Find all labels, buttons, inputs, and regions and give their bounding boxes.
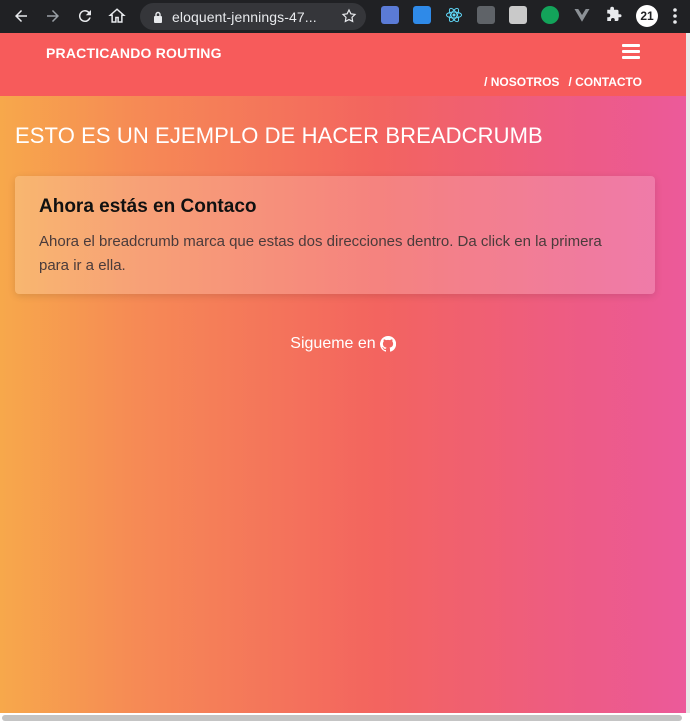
- forward-arrow-icon[interactable]: [42, 5, 64, 27]
- extension-window-icon[interactable]: [509, 6, 527, 24]
- extension-search-icon[interactable]: [413, 6, 431, 24]
- vue-devtools-icon[interactable]: [573, 6, 591, 24]
- back-arrow-icon[interactable]: [10, 5, 32, 27]
- extension-keep-icon[interactable]: [381, 6, 399, 24]
- github-icon: [379, 336, 396, 352]
- horizontal-scrollbar[interactable]: [0, 713, 690, 722]
- info-card: Ahora estás en Contaco Ahora el breadcru…: [15, 176, 655, 294]
- more-menu-icon[interactable]: [668, 7, 682, 25]
- nav-link-nosotros[interactable]: / NOSOTROS: [484, 75, 559, 89]
- browser-toolbar: eloquent-jennings-47... 21: [0, 0, 690, 33]
- card-title: Ahora estás en Contaco: [39, 196, 257, 217]
- extension-lightbulb-icon[interactable]: [477, 6, 495, 24]
- bookmark-star-icon[interactable]: [341, 8, 357, 24]
- navbar: PRACTICANDO ROUTING / NOSOTROS / CONTACT…: [0, 33, 686, 96]
- follow-footer: Sigueme en: [0, 335, 686, 353]
- follow-label: Sigueme en: [290, 335, 376, 352]
- vertical-scrollbar[interactable]: [686, 33, 690, 713]
- home-icon[interactable]: [106, 5, 128, 27]
- nav-link-contacto[interactable]: / CONTACTO: [568, 75, 642, 89]
- breadcrumb: / NOSOTROS / CONTACTO: [484, 75, 642, 89]
- github-follow-link[interactable]: Sigueme en: [290, 335, 396, 353]
- url-text: eloquent-jennings-47...: [172, 8, 317, 25]
- horizontal-scrollbar-thumb[interactable]: [2, 715, 682, 721]
- profile-badge[interactable]: 21: [636, 5, 658, 27]
- card-text: Ahora el breadcrumb marca que estas dos …: [39, 233, 602, 274]
- extension-leaf-icon[interactable]: [541, 6, 559, 24]
- page-headline: ESTO ES UN EJEMPLO DE HACER BREADCRUMB: [15, 123, 543, 148]
- brand-title[interactable]: PRACTICANDO ROUTING: [46, 45, 222, 61]
- page-content: PRACTICANDO ROUTING / NOSOTROS / CONTACT…: [0, 33, 686, 713]
- react-devtools-icon[interactable]: [445, 6, 463, 24]
- lock-icon: [154, 11, 162, 23]
- hamburger-menu-icon[interactable]: [622, 44, 640, 60]
- reload-icon[interactable]: [74, 5, 96, 27]
- address-bar[interactable]: eloquent-jennings-47...: [140, 3, 366, 30]
- puzzle-icon[interactable]: [605, 6, 623, 24]
